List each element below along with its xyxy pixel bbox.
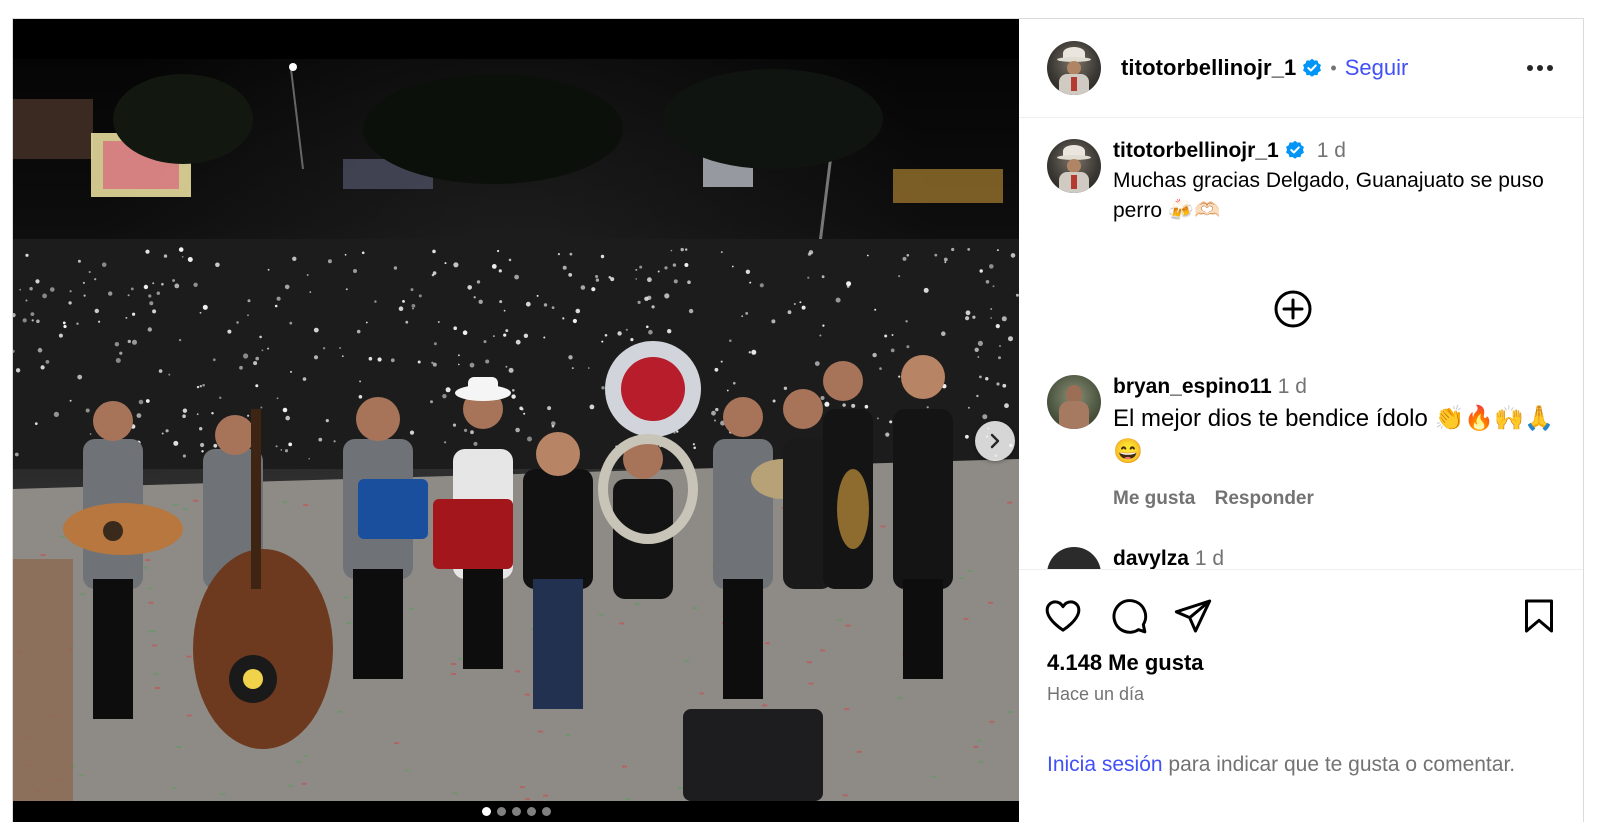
verified-badge-icon — [1285, 140, 1304, 159]
commenter-username[interactable]: bryan_espino11 — [1113, 375, 1272, 398]
comments-section: titotorbellinojr_1 1 d Muchas gracias De… — [1019, 119, 1583, 569]
post-timestamp[interactable]: Hace un día — [1047, 684, 1144, 705]
carousel-dot — [511, 807, 521, 816]
more-options-button[interactable] — [1525, 53, 1555, 83]
caption-time[interactable]: 1 d — [1317, 139, 1346, 162]
post-photo — [13, 59, 1019, 801]
commenter-username[interactable]: davylza — [1113, 547, 1189, 569]
caption-avatar[interactable] — [1047, 139, 1101, 193]
comment-actions: Me gusta Responder — [1113, 488, 1557, 510]
login-prompt: Inicia sesión para indicar que te gusta … — [1047, 750, 1547, 780]
save-button[interactable] — [1517, 594, 1561, 638]
concert-photo-illustration — [13, 63, 1019, 801]
caption-text: Muchas gracias Delgado, Guanajuato se pu… — [1113, 169, 1544, 222]
carousel-dot — [481, 807, 491, 816]
comment-icon — [1112, 599, 1148, 634]
commenter-avatar[interactable] — [1047, 547, 1101, 569]
comment-like-button[interactable]: Me gusta — [1113, 488, 1195, 509]
carousel-dot — [541, 807, 551, 816]
like-button[interactable] — [1041, 594, 1085, 638]
carousel-dot — [496, 807, 506, 816]
follow-button[interactable]: Seguir — [1345, 55, 1409, 81]
caption-username[interactable]: titotorbellinojr_1 — [1113, 139, 1279, 162]
header-separator: • — [1330, 57, 1337, 78]
login-prompt-text: para indicar que te gusta o comentar. — [1162, 753, 1516, 776]
comment-reply-button[interactable]: Responder — [1215, 488, 1314, 509]
share-icon — [1174, 599, 1212, 633]
comment-time[interactable]: 1 d — [1278, 375, 1307, 398]
carousel-dot — [526, 807, 536, 816]
post-sidebar: titotorbellinojr_1 • Seguir titotorbelli… — [1019, 19, 1583, 822]
verified-badge-icon — [1303, 58, 1322, 77]
post-actions-bar: 4.148 Me gusta Hace un día Inicia sesión… — [1019, 569, 1583, 822]
post-header: titotorbellinojr_1 • Seguir — [1019, 19, 1583, 118]
likes-count[interactable]: 4.148 Me gusta — [1047, 650, 1204, 676]
load-more-comments-icon[interactable] — [1273, 289, 1313, 329]
bookmark-icon — [1525, 599, 1553, 633]
more-options-icon — [1527, 65, 1553, 71]
author-avatar[interactable] — [1047, 41, 1101, 95]
post-container: titotorbellinojr_1 • Seguir titotorbelli… — [12, 18, 1584, 822]
login-link[interactable]: Inicia sesión — [1047, 753, 1163, 776]
comment-text: El mejor dios te bendice ídolo 👏🔥🙌🙏😄 — [1113, 405, 1555, 465]
commenter-avatar[interactable] — [1047, 375, 1101, 429]
heart-icon — [1045, 600, 1081, 632]
share-button[interactable] — [1171, 594, 1215, 638]
chevron-right-icon — [990, 433, 1000, 449]
comment-button[interactable] — [1107, 594, 1151, 638]
author-username[interactable]: titotorbellinojr_1 — [1121, 55, 1296, 81]
carousel-next-button[interactable] — [975, 421, 1015, 461]
comment-time[interactable]: 1 d — [1195, 547, 1224, 569]
post-media — [13, 19, 1019, 822]
carousel-indicators — [13, 807, 1019, 816]
